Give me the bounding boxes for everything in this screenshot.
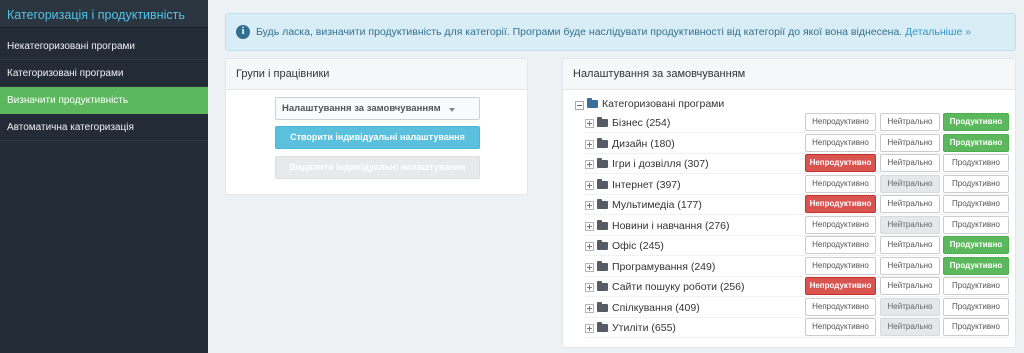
category-row: Дизайн (180) Непродуктивно Нейтрально Проду… (585, 133, 1009, 154)
folder-icon (587, 98, 598, 108)
neutral-button[interactable]: Нейтрально (880, 133, 940, 152)
collapse-icon[interactable] (575, 101, 584, 110)
productive-button[interactable]: Продуктивно (943, 174, 1009, 193)
defaults-panel-title: Налаштування за замовчуванням (563, 59, 1015, 90)
expand-icon[interactable] (585, 180, 594, 190)
tree-root-label: Категоризовані програми (602, 98, 725, 110)
groups-panel: Групи і працівники Налаштування за замов… (225, 58, 528, 195)
unproductive-button[interactable]: Непродуктивно (805, 195, 876, 213)
category-label: Офіс (245) (612, 240, 664, 252)
productive-button[interactable]: Продуктивно (943, 154, 1009, 172)
category-label: Спілкування (409) (612, 301, 700, 314)
neutral-button[interactable]: Нейтрально (880, 297, 940, 316)
folder-icon (597, 301, 608, 312)
folder-icon (597, 158, 608, 168)
neutral-button[interactable]: Нейтрально (880, 215, 940, 234)
sidebar-item-uncategorized[interactable]: Некатегоризовані програми (0, 33, 208, 60)
category-label: Програмування (249) (612, 260, 716, 273)
unproductive-button[interactable]: Непродуктивно (805, 174, 876, 193)
category-label: Інтернет (397) (612, 178, 681, 191)
category-label: Бізнес (254) (612, 117, 671, 129)
defaults-panel: Налаштування за замовчуванням Категоризо… (562, 58, 1016, 348)
unproductive-button[interactable]: Непродуктивно (805, 215, 876, 234)
category-label: Мультимедіа (177) (612, 199, 702, 211)
expand-icon[interactable] (585, 283, 594, 292)
folder-icon (597, 240, 608, 250)
category-row: Програмування (249) Непродуктивно Нейтраль… (585, 256, 1009, 277)
folder-icon (597, 281, 608, 291)
unproductive-button[interactable]: Непродуктивно (805, 236, 876, 254)
productive-button[interactable]: Продуктивно (943, 113, 1009, 131)
neutral-button[interactable]: Нейтрально (880, 113, 940, 131)
folder-icon (597, 137, 608, 148)
neutral-button[interactable]: Нейтрально (880, 236, 940, 254)
create-settings-button[interactable]: Створити індивідуальні налаштування (275, 126, 480, 149)
sidebar-item-auto-categorization[interactable]: Автоматична категоризація (0, 114, 208, 141)
unproductive-button[interactable]: Непродуктивно (805, 277, 876, 295)
expand-icon[interactable] (585, 139, 594, 149)
category-row: Спілкування (409) Непродуктивно Нейтрально… (585, 297, 1009, 318)
expand-icon[interactable] (585, 221, 594, 231)
expand-icon[interactable] (585, 119, 594, 128)
settings-select[interactable]: Налаштування за замовчуванням (275, 97, 480, 120)
neutral-button[interactable]: Нейтрально (880, 195, 940, 213)
unproductive-button[interactable]: Непродуктивно (805, 133, 876, 152)
expand-icon[interactable] (585, 303, 594, 313)
neutral-button[interactable]: Нейтрально (880, 277, 940, 295)
category-label: Ігри і дозвілля (307) (612, 158, 709, 170)
folder-icon (597, 219, 608, 230)
alert-text: Будь ласка, визначити продуктивність для… (256, 26, 903, 38)
productive-button[interactable]: Продуктивно (943, 297, 1009, 316)
category-label: Сайти пошуку роботи (256) (612, 281, 745, 293)
neutral-button[interactable]: Нейтрально (880, 154, 940, 172)
groups-panel-title: Групи і працівники (226, 59, 527, 90)
productive-button[interactable]: Продуктивно (943, 318, 1009, 336)
category-row: Бізнес (254) Непродуктивно Нейтрально Проду… (585, 113, 1009, 133)
expand-icon[interactable] (585, 262, 594, 272)
category-label: Новини і навчання (276) (612, 219, 730, 232)
expand-icon[interactable] (585, 160, 594, 169)
neutral-button[interactable]: Нейтрально (880, 174, 940, 193)
caret-down-icon (449, 108, 455, 112)
productive-button[interactable]: Продуктивно (943, 195, 1009, 213)
delete-settings-button[interactable]: Видалити індивідуальні налаштування (275, 156, 480, 179)
sidebar-item-categorized[interactable]: Категоризовані програми (0, 60, 208, 87)
category-row: Утиліти (655) Непродуктивно Нейтрально Прод… (585, 318, 1009, 338)
sidebar: Категоризація і продуктивність Некатегор… (0, 0, 208, 353)
folder-icon (597, 322, 608, 332)
productive-button[interactable]: Продуктивно (943, 277, 1009, 295)
productive-button[interactable]: Продуктивно (943, 215, 1009, 234)
category-row: Офіс (245) Непродуктивно Нейтрально Продукт… (585, 236, 1009, 256)
alert-more-link[interactable]: Детальніше » (905, 26, 971, 38)
category-label: Утиліти (655) (612, 322, 676, 334)
productive-button[interactable]: Продуктивно (943, 236, 1009, 254)
category-row: Новини і навчання (276) Непродуктивно Нейт… (585, 215, 1009, 236)
neutral-button[interactable]: Нейтрально (880, 256, 940, 275)
productive-button[interactable]: Продуктивно (943, 256, 1009, 275)
expand-icon[interactable] (585, 201, 594, 210)
info-icon: i (236, 25, 250, 39)
expand-icon[interactable] (585, 324, 594, 333)
unproductive-button[interactable]: Непродуктивно (805, 113, 876, 131)
folder-icon (597, 260, 608, 271)
unproductive-button[interactable]: Непродуктивно (805, 297, 876, 316)
sidebar-title: Категоризація і продуктивність (0, 0, 208, 28)
category-row: Ігри і дозвілля (307) Непродуктивно Нейтра… (585, 154, 1009, 174)
neutral-button[interactable]: Нейтрально (880, 318, 940, 336)
unproductive-button[interactable]: Непродуктивно (805, 256, 876, 275)
info-alert: i Будь ласка, визначити продуктивність д… (225, 13, 1016, 51)
category-row: Інтернет (397) Непродуктивно Нейтрально Про… (585, 174, 1009, 195)
category-row: Сайти пошуку роботи (256) Непродуктивно Не… (585, 277, 1009, 297)
unproductive-button[interactable]: Непродуктивно (805, 154, 876, 172)
category-row: Мультимедіа (177) Непродуктивно Нейтрально… (585, 195, 1009, 215)
sidebar-item-define-productivity[interactable]: Визначити продуктивність (0, 87, 208, 114)
expand-icon[interactable] (585, 242, 594, 251)
unproductive-button[interactable]: Непродуктивно (805, 318, 876, 336)
folder-icon (597, 117, 608, 127)
settings-select-value: Налаштування за замовчуванням (282, 103, 441, 114)
category-label: Дизайн (180) (612, 137, 675, 150)
folder-icon (597, 178, 608, 189)
folder-icon (597, 199, 608, 209)
productive-button[interactable]: Продуктивно (943, 133, 1009, 152)
